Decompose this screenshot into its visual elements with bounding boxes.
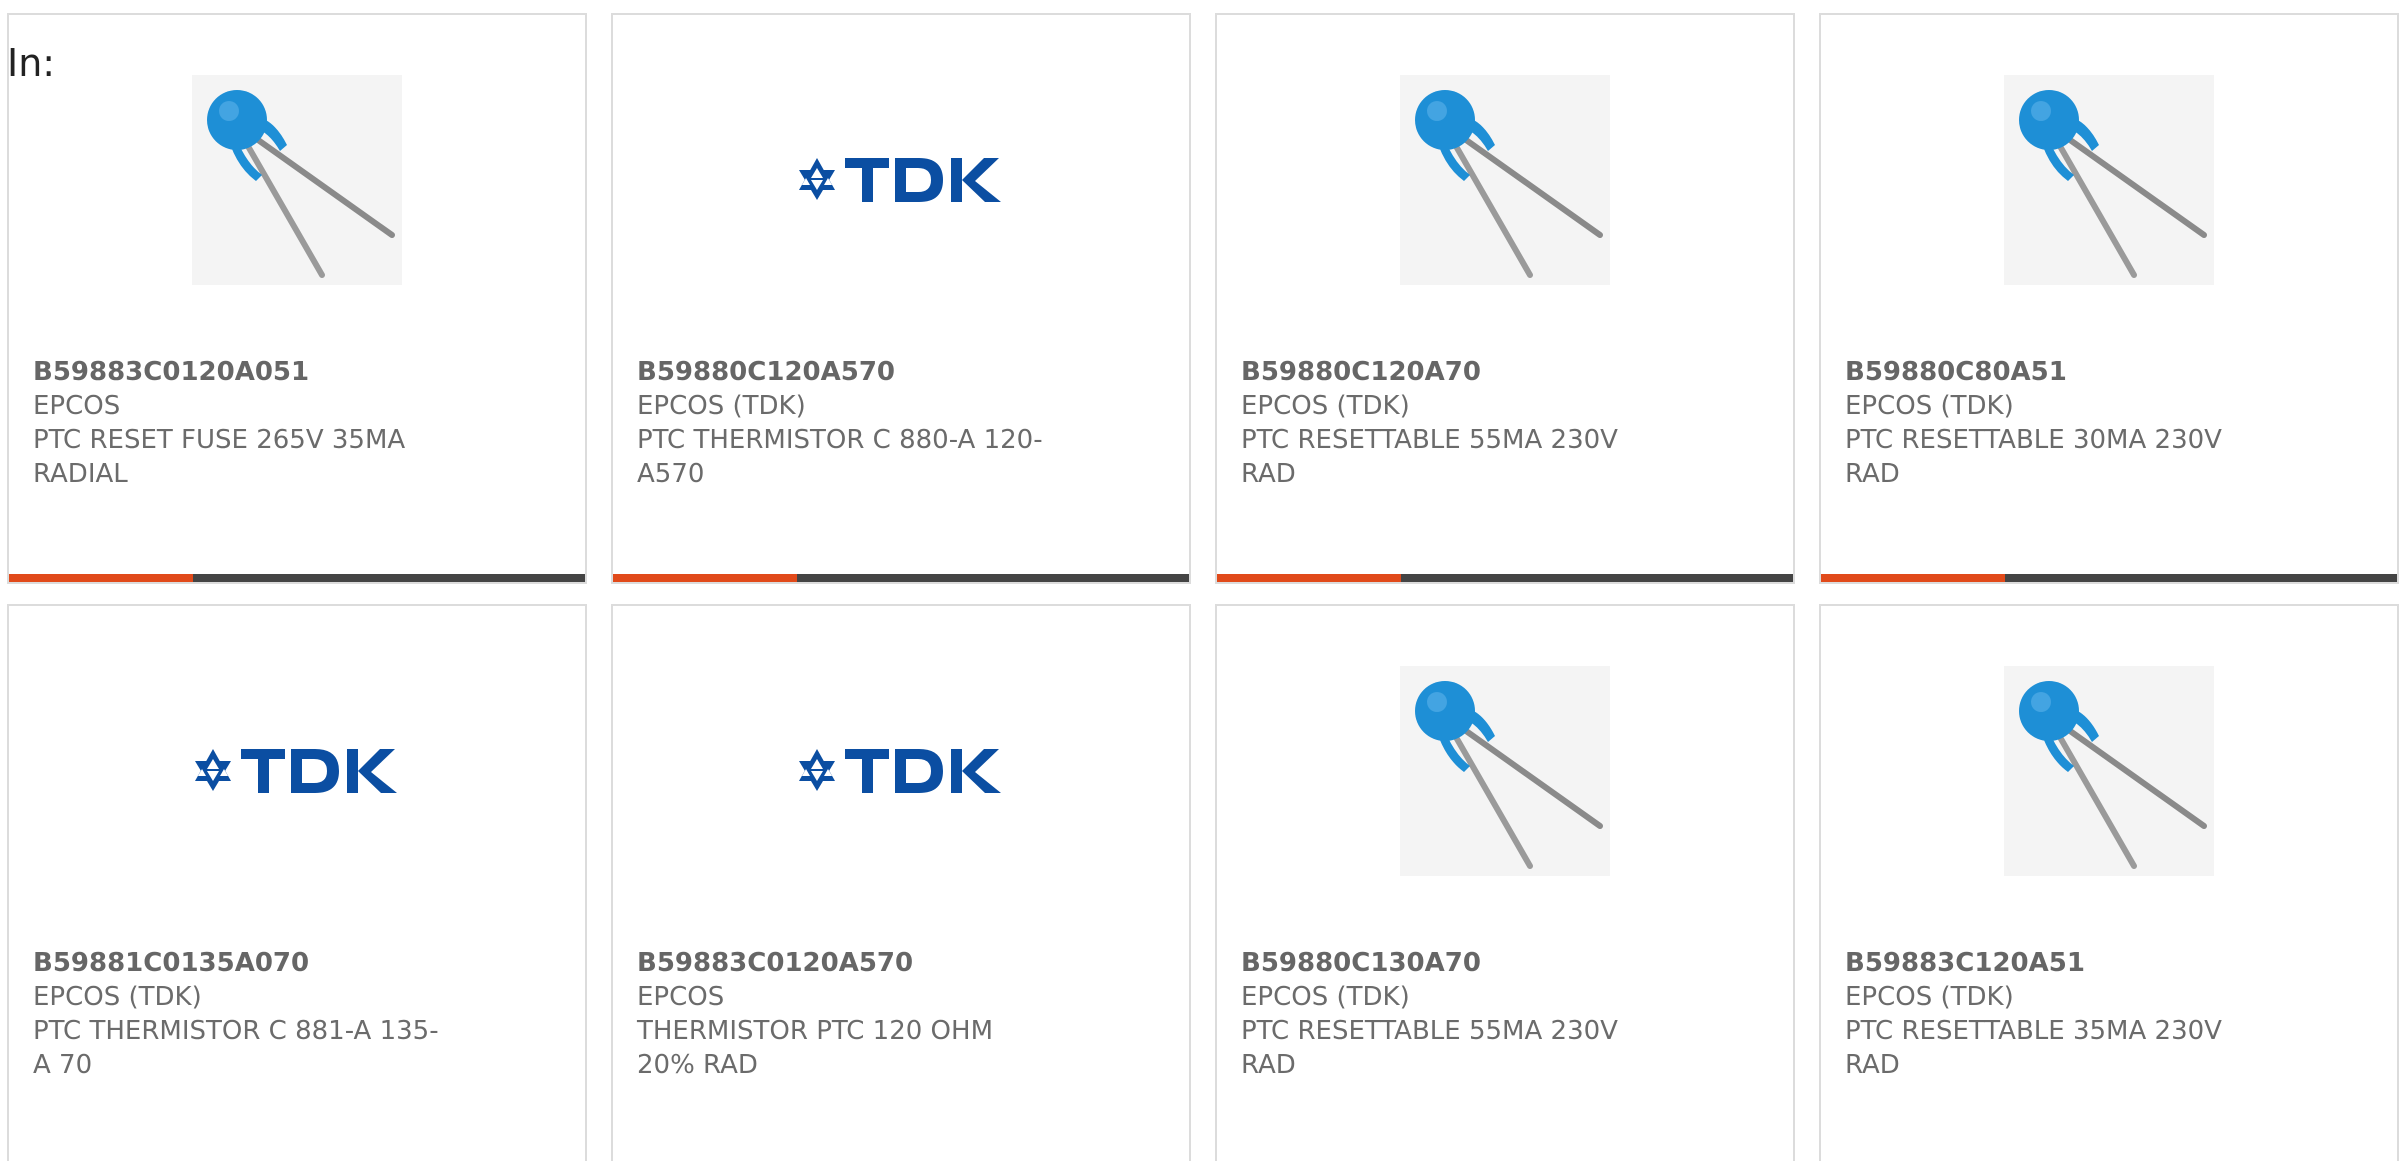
product-info: B59880C80A51 EPCOS (TDK) PTC RESETTABLE … <box>1845 355 2265 491</box>
filter-label: In: <box>7 41 56 85</box>
progress-bar <box>613 574 1189 582</box>
manufacturer: EPCOS (TDK) <box>1241 982 1410 1012</box>
product-description: PTC RESETTABLE 55MA 230V RAD <box>1241 1016 1618 1080</box>
part-number-link[interactable]: B59880C130A70 <box>1241 946 1661 980</box>
progress-bar-fill <box>9 574 194 582</box>
product-card[interactable]: B59880C120A570 EPCOS (TDK) PTC THERMISTO… <box>611 13 1191 584</box>
product-description: PTC RESETTABLE 35MA 230V RAD <box>1845 1016 2222 1080</box>
tdk-logo-icon <box>799 749 1001 793</box>
product-grid-page: In: B59883C0120A051 EPCOS PTC RESET FUSE… <box>0 0 2400 1161</box>
product-description: PTC RESET FUSE 265V 35MA RADIAL <box>33 425 406 489</box>
manufacturer: EPCOS (TDK) <box>637 391 806 421</box>
product-info: B59880C130A70 EPCOS (TDK) PTC RESETTABLE… <box>1241 946 1661 1082</box>
product-image[interactable] <box>613 666 1189 876</box>
manufacturer: EPCOS (TDK) <box>1845 391 2014 421</box>
thermistor-icon <box>1400 75 1610 285</box>
product-description: PTC THERMISTOR C 881-A 135-A 70 <box>33 1016 439 1080</box>
product-info: B59883C0120A570 EPCOS THERMISTOR PTC 120… <box>637 946 1057 1082</box>
manufacturer: EPCOS (TDK) <box>1241 391 1410 421</box>
product-description: PTC THERMISTOR C 880-A 120-A570 <box>637 425 1043 489</box>
thermistor-icon <box>2004 75 2214 285</box>
part-number-link[interactable]: B59883C0120A051 <box>33 355 453 389</box>
part-number-link[interactable]: B59880C80A51 <box>1845 355 2265 389</box>
product-card[interactable]: B59881C0135A070 EPCOS (TDK) PTC THERMIST… <box>7 604 587 1161</box>
product-description: PTC RESETTABLE 30MA 230V RAD <box>1845 425 2222 489</box>
product-info: B59881C0135A070 EPCOS (TDK) PTC THERMIST… <box>33 946 453 1082</box>
progress-bar <box>1821 574 2397 582</box>
tdk-logo-icon <box>195 749 397 793</box>
product-image[interactable] <box>1821 75 2397 285</box>
part-number-link[interactable]: B59883C0120A570 <box>637 946 1057 980</box>
product-card[interactable]: B59883C120A51 EPCOS (TDK) PTC RESETTABLE… <box>1819 604 2399 1161</box>
part-number-link[interactable]: B59881C0135A070 <box>33 946 453 980</box>
manufacturer: EPCOS (TDK) <box>1845 982 2014 1012</box>
part-number-link[interactable]: B59880C120A70 <box>1241 355 1661 389</box>
product-description: PTC RESETTABLE 55MA 230V RAD <box>1241 425 1618 489</box>
product-info: B59883C120A51 EPCOS (TDK) PTC RESETTABLE… <box>1845 946 2265 1082</box>
progress-bar <box>9 574 585 582</box>
product-image[interactable] <box>9 666 585 876</box>
manufacturer: EPCOS (TDK) <box>33 982 202 1012</box>
product-image[interactable] <box>1821 666 2397 876</box>
product-info: B59883C0120A051 EPCOS PTC RESET FUSE 265… <box>33 355 453 491</box>
progress-bar-fill <box>613 574 798 582</box>
part-number-link[interactable]: B59880C120A570 <box>637 355 1057 389</box>
manufacturer: EPCOS <box>33 391 121 421</box>
product-description: THERMISTOR PTC 120 OHM 20% RAD <box>637 1016 994 1080</box>
product-card[interactable]: B59883C0120A051 EPCOS PTC RESET FUSE 265… <box>7 13 587 584</box>
product-info: B59880C120A70 EPCOS (TDK) PTC RESETTABLE… <box>1241 355 1661 491</box>
product-card[interactable]: B59880C80A51 EPCOS (TDK) PTC RESETTABLE … <box>1819 13 2399 584</box>
product-image[interactable] <box>9 75 585 285</box>
manufacturer: EPCOS <box>637 982 725 1012</box>
product-image[interactable] <box>1217 666 1793 876</box>
thermistor-icon <box>2004 666 2214 876</box>
product-image[interactable] <box>613 75 1189 285</box>
progress-bar-fill <box>1821 574 2006 582</box>
part-number-link[interactable]: B59883C120A51 <box>1845 946 2265 980</box>
product-grid: B59883C0120A051 EPCOS PTC RESET FUSE 265… <box>7 13 2399 1161</box>
product-card[interactable]: B59880C130A70 EPCOS (TDK) PTC RESETTABLE… <box>1215 604 1795 1161</box>
progress-bar <box>1217 574 1793 582</box>
progress-bar-fill <box>1217 574 1402 582</box>
product-card[interactable]: B59880C120A70 EPCOS (TDK) PTC RESETTABLE… <box>1215 13 1795 584</box>
product-card[interactable]: B59883C0120A570 EPCOS THERMISTOR PTC 120… <box>611 604 1191 1161</box>
thermistor-icon <box>1400 666 1610 876</box>
thermistor-icon <box>192 75 402 285</box>
product-image[interactable] <box>1217 75 1793 285</box>
product-info: B59880C120A570 EPCOS (TDK) PTC THERMISTO… <box>637 355 1057 491</box>
tdk-logo-icon <box>799 158 1001 202</box>
